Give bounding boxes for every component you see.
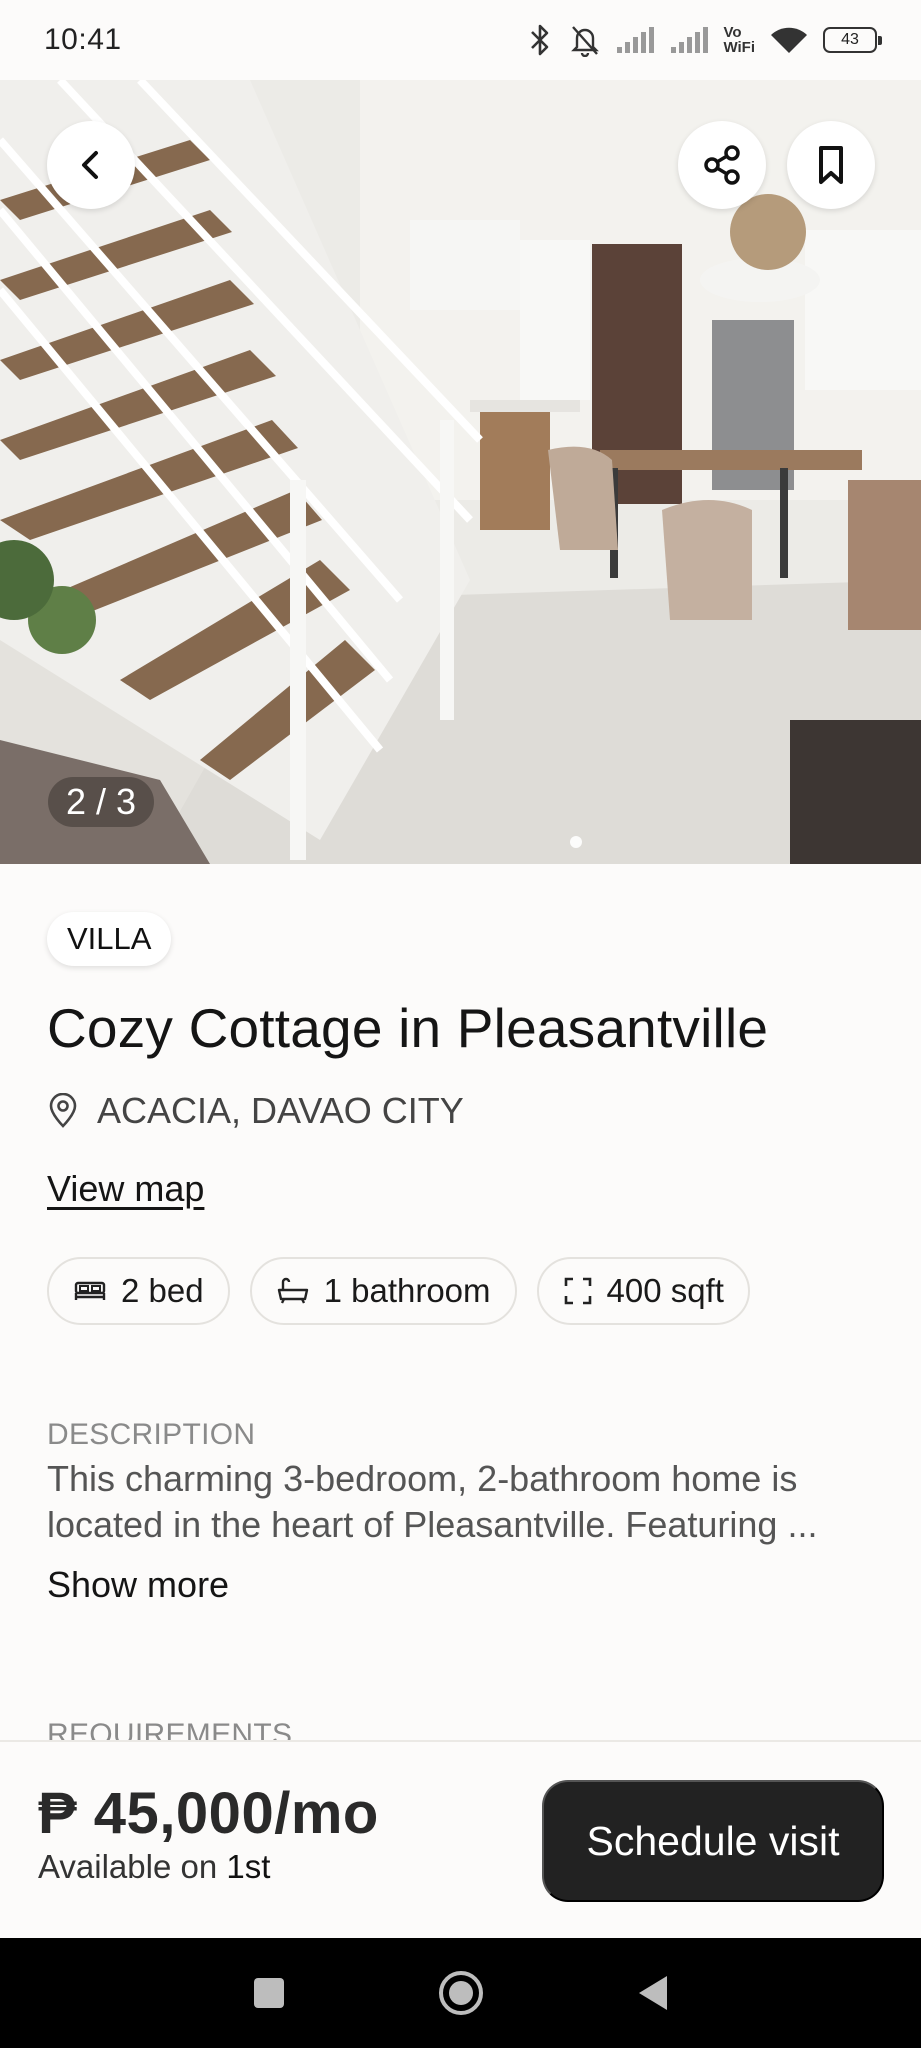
description-heading: DESCRIPTION <box>47 1418 256 1451</box>
recents-icon[interactable] <box>251 1975 287 2011</box>
property-photo <box>0 80 921 864</box>
location: ACACIA, DAVAO CITY <box>47 1090 464 1132</box>
back-nav-icon[interactable] <box>635 1973 671 2013</box>
gallery-dot-indicator <box>570 836 582 848</box>
area-icon <box>564 1277 591 1305</box>
price: ₱ 45,000/mo <box>38 1781 379 1846</box>
availability-date: 1st <box>226 1848 271 1885</box>
gallery-counter: 2 / 3 <box>48 777 155 827</box>
schedule-visit-button[interactable]: Schedule visit <box>542 1780 884 1902</box>
view-map-link[interactable]: View map <box>47 1168 204 1210</box>
status-time: 10:41 <box>44 23 122 56</box>
feature-chips: 2 bed 1 bathroom 400 sqft <box>47 1257 750 1325</box>
vowifi-indicator: Vo WiFi <box>723 25 755 55</box>
bookmark-icon <box>819 146 843 184</box>
feature-label: 1 bathroom <box>323 1272 491 1309</box>
feature-label: 2 bed <box>121 1272 204 1309</box>
feature-label: 400 sqft <box>606 1272 724 1309</box>
system-nav-bar <box>0 1938 921 2048</box>
bookmark-button[interactable] <box>787 121 875 209</box>
share-button[interactable] <box>678 121 766 209</box>
vowifi-bottom: WiFi <box>723 39 755 56</box>
share-icon <box>704 145 740 185</box>
feature-chip-bed: 2 bed <box>47 1257 230 1325</box>
battery-icon: 43 <box>823 27 882 53</box>
bell-muted-icon <box>571 26 600 57</box>
signal-icon <box>617 27 655 53</box>
description-text: This charming 3-bedroom, 2-bathroom home… <box>47 1458 818 1545</box>
feature-chip-area: 400 sqft <box>536 1257 750 1325</box>
vowifi-top: Vo <box>723 24 742 41</box>
show-more-link[interactable]: Show more <box>47 1564 229 1606</box>
availability-prefix: Available on <box>38 1848 218 1885</box>
availability: Available on 1st <box>38 1848 270 1886</box>
chevron-left-icon <box>82 151 98 179</box>
booking-bar: ₱ 45,000/mo Available on 1st Schedule vi… <box>0 1740 921 1938</box>
photo-gallery[interactable]: 2 / 3 <box>0 80 921 864</box>
wifi-icon <box>771 27 807 53</box>
property-type-badge: VILLA <box>47 912 172 966</box>
status-icons: Vo WiFi 43 <box>525 23 882 57</box>
signal-icon-2 <box>671 27 709 53</box>
listing-title: Cozy Cottage in Pleasantville <box>47 997 769 1059</box>
home-icon[interactable] <box>437 1969 485 2017</box>
bluetooth-icon <box>531 24 549 56</box>
location-pin-icon <box>49 1093 77 1128</box>
feature-chip-bathroom: 1 bathroom <box>249 1257 517 1325</box>
bed-icon <box>74 1281 106 1300</box>
bathtub-icon <box>277 1277 308 1304</box>
back-button[interactable] <box>47 121 135 209</box>
status-bar: 10:41 Vo WiFi 43 <box>0 0 921 80</box>
location-text: ACACIA, DAVAO CITY <box>97 1090 464 1131</box>
